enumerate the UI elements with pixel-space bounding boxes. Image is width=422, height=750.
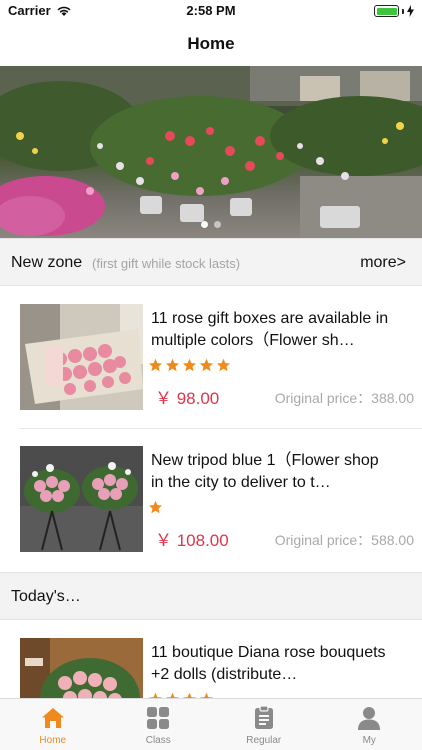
section-subtitle: (first gift while stock lasts) bbox=[92, 256, 241, 271]
product-card[interactable]: New tripod blue 1（Flower shop in the cit… bbox=[0, 430, 422, 572]
tab-home[interactable]: Home bbox=[0, 699, 106, 750]
divider bbox=[20, 428, 422, 429]
product-price: ￥ 98.00 bbox=[155, 389, 220, 408]
more-link[interactable]: more> bbox=[360, 254, 406, 272]
person-icon bbox=[358, 707, 381, 730]
tab-label: Home bbox=[39, 735, 67, 746]
product-price: ￥ 108.00 bbox=[155, 531, 229, 550]
page-title: Home bbox=[187, 34, 235, 53]
product-image bbox=[20, 304, 143, 410]
product-name: 11 boutique Diana rose bouquets +2 dolls… bbox=[151, 644, 386, 683]
original-price: Original price：388.00 bbox=[274, 390, 414, 406]
tab-class[interactable]: Class bbox=[106, 699, 212, 750]
tab-label: Regular bbox=[246, 735, 282, 746]
today-header: Today's… bbox=[0, 572, 422, 620]
grid-icon bbox=[147, 707, 170, 729]
star-icon bbox=[200, 358, 213, 372]
rating-stars bbox=[148, 358, 231, 373]
star-icon bbox=[183, 358, 196, 372]
banner-image bbox=[0, 66, 422, 238]
tab-label: Class bbox=[145, 735, 171, 746]
status-time: 2:58 PM bbox=[186, 3, 236, 18]
carousel-dot[interactable] bbox=[214, 221, 221, 228]
section-title: Today's… bbox=[11, 588, 81, 605]
product-name: New tripod blue 1（Flower shop in the cit… bbox=[151, 452, 379, 491]
new-zone-header: New zone (first gift while stock lasts) … bbox=[0, 238, 422, 286]
carousel-dots[interactable] bbox=[0, 221, 422, 228]
tab-regular[interactable]: Regular bbox=[211, 699, 317, 750]
tab-my[interactable]: My bbox=[317, 699, 422, 750]
clipboard-icon bbox=[254, 705, 273, 729]
battery-fill bbox=[376, 7, 397, 15]
product-card[interactable]: 11 rose gift boxes are available in mult… bbox=[0, 288, 422, 430]
star-icon bbox=[149, 358, 162, 372]
banner-carousel[interactable] bbox=[0, 66, 422, 238]
home-icon bbox=[41, 708, 64, 728]
nav-bar: Home bbox=[0, 22, 422, 66]
status-bar: Carrier 2:58 PM bbox=[0, 0, 422, 22]
charging-icon bbox=[407, 5, 414, 17]
product-name: 11 rose gift boxes are available in mult… bbox=[151, 310, 389, 349]
carousel-dot[interactable] bbox=[201, 221, 208, 228]
star-icon bbox=[166, 358, 179, 372]
star-icon bbox=[149, 500, 162, 514]
battery-icon bbox=[374, 5, 414, 17]
section-title: New zone bbox=[11, 254, 83, 271]
tab-label: My bbox=[362, 735, 376, 746]
rating-stars bbox=[148, 500, 163, 515]
product-image bbox=[20, 446, 143, 552]
original-price: Original price：588.00 bbox=[274, 532, 414, 548]
star-icon bbox=[217, 358, 230, 372]
tab-bar: Home Class Regular My bbox=[0, 698, 422, 750]
